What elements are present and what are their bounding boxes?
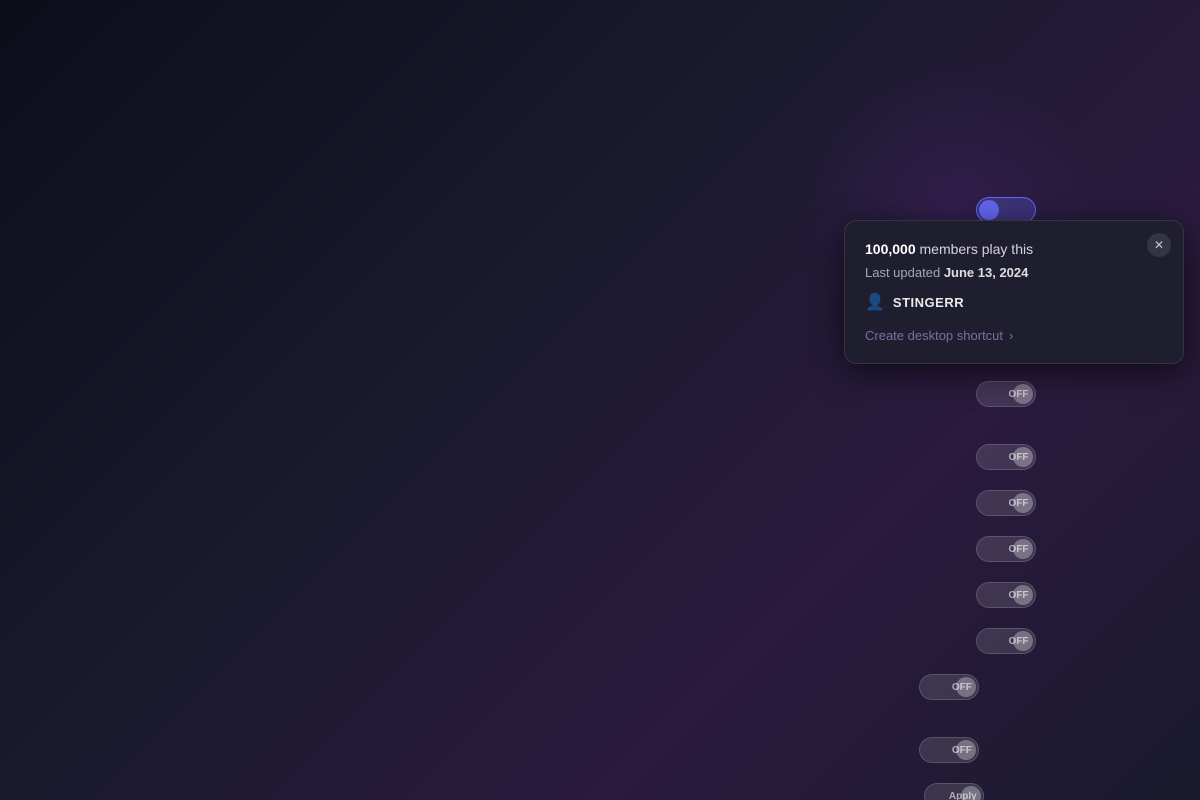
popup-shortcut-link[interactable]: Create desktop shortcut › bbox=[865, 328, 1163, 343]
popup-updated-text: Last updated June 13, 2024 bbox=[865, 265, 1163, 280]
popup-shortcut-label: Create desktop shortcut bbox=[865, 328, 1003, 343]
popup-members-text: 100,000 members play this bbox=[865, 241, 1163, 257]
toggle-switch[interactable]: OFF bbox=[976, 582, 1036, 608]
toggle-switch[interactable]: OFF bbox=[976, 490, 1036, 516]
toggle-switch[interactable]: OFF bbox=[976, 444, 1036, 470]
toggle-knob bbox=[1013, 585, 1033, 605]
toggle-switch[interactable]: OFF bbox=[976, 628, 1036, 654]
toggle-knob bbox=[1013, 447, 1033, 467]
popup-close-button[interactable]: ✕ bbox=[1147, 233, 1171, 257]
toggle-knob bbox=[956, 740, 976, 760]
toggle-switch[interactable]: OFF bbox=[976, 381, 1036, 407]
popup-author: 👤 STINGERR bbox=[865, 292, 1163, 312]
toggle-switch[interactable]: OFF bbox=[919, 737, 979, 763]
mod-info-popup: ✕ 100,000 members play this Last updated… bbox=[844, 220, 1184, 364]
toggle-switch[interactable]: OFF bbox=[976, 536, 1036, 562]
popup-updated-label: Last updated bbox=[865, 265, 940, 280]
popup-shortcut-arrow: › bbox=[1009, 328, 1013, 343]
toggle-knob bbox=[1013, 493, 1033, 513]
toggle-knob bbox=[1013, 384, 1033, 404]
toggle-switch[interactable]: OFF bbox=[919, 674, 979, 700]
toggle-knob bbox=[1013, 631, 1033, 651]
toggle-knob bbox=[1013, 539, 1033, 559]
toggle-knob bbox=[956, 677, 976, 697]
toggle-knob bbox=[961, 786, 981, 800]
toggle-knob bbox=[979, 200, 999, 220]
author-icon: 👤 bbox=[865, 292, 885, 312]
popup-members-count: 100,000 bbox=[865, 241, 916, 257]
toggle-switch[interactable]: Apply bbox=[924, 783, 984, 800]
popup-updated-date: June 13, 2024 bbox=[944, 265, 1029, 280]
popup-author-name: STINGERR bbox=[893, 295, 964, 310]
